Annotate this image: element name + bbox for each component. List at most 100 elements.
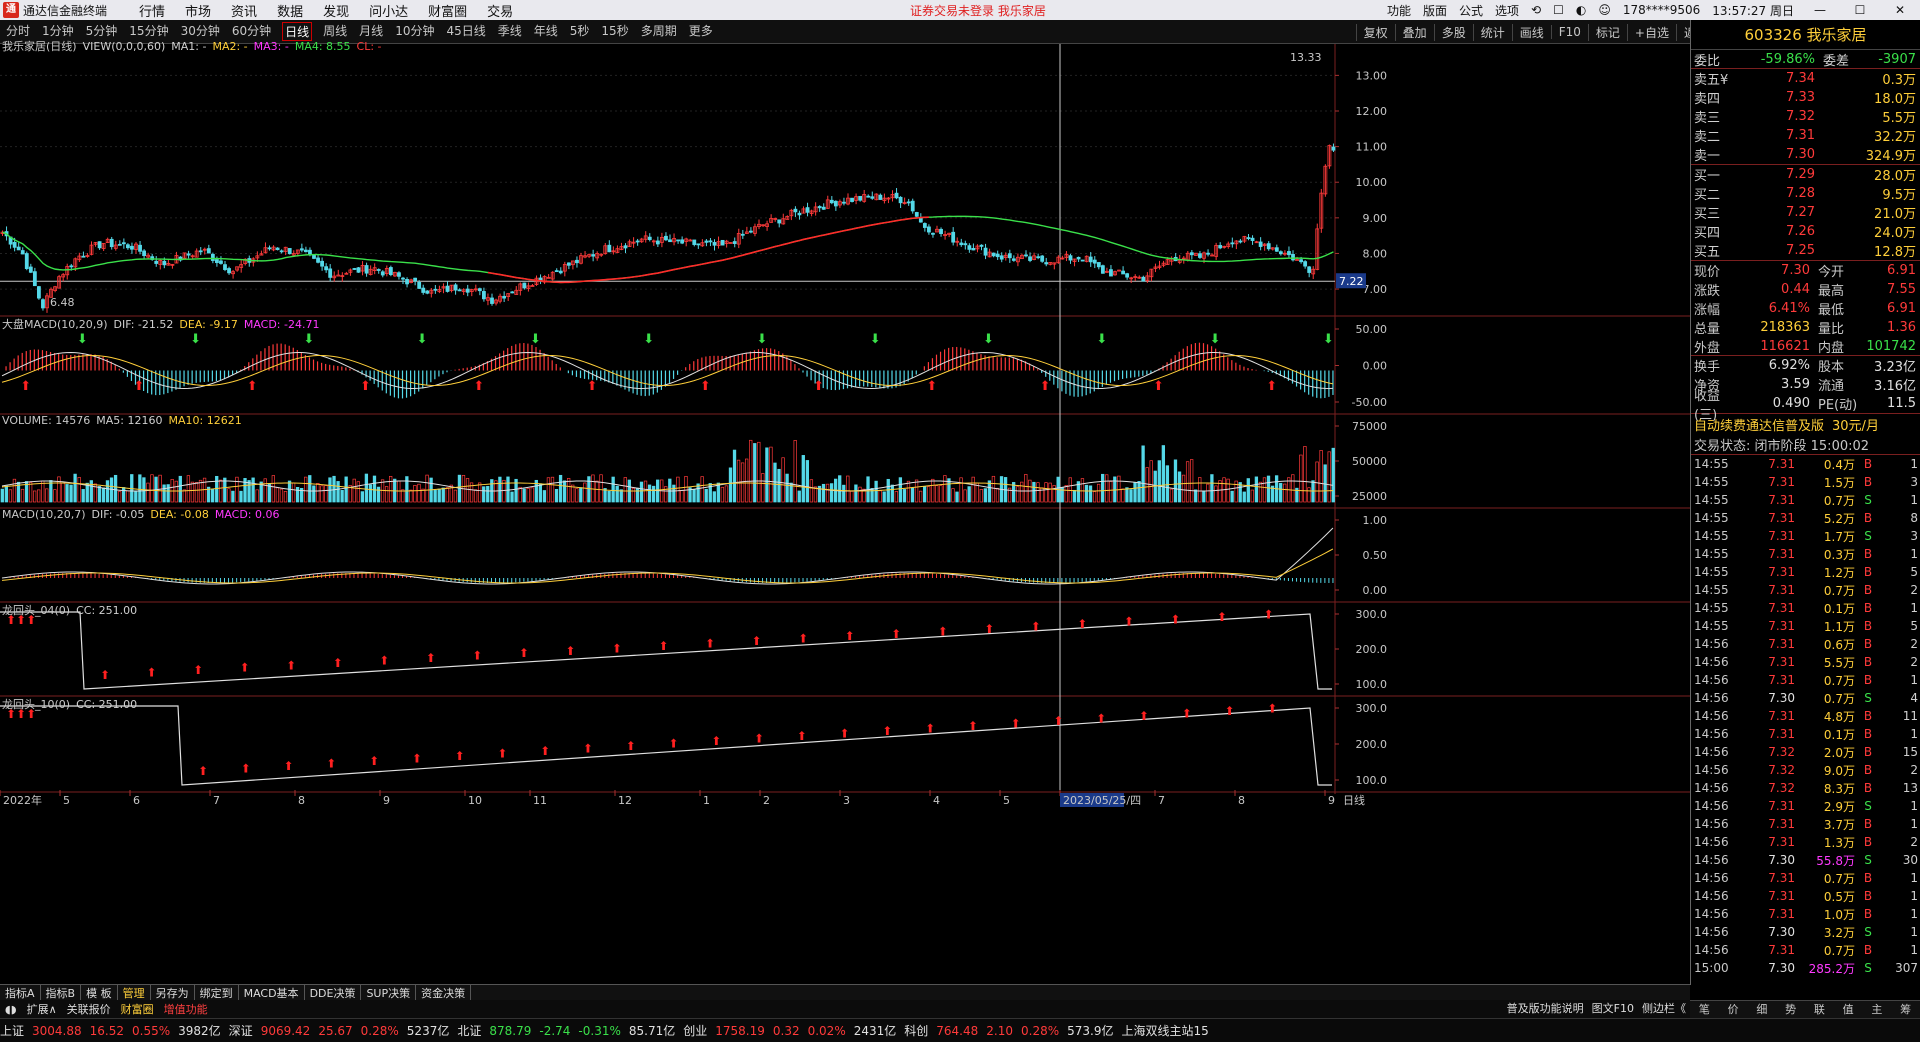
asks-row-3[interactable]: 卖二 7.31 32.2万 bbox=[1691, 126, 1920, 145]
maximize-icon[interactable]: ☐ bbox=[1846, 3, 1874, 17]
candle-body bbox=[914, 212, 919, 217]
ticker-item-13: -0.31% bbox=[578, 1023, 621, 1038]
candle-body bbox=[32, 271, 37, 287]
wealth-button[interactable]: 财富圈 bbox=[116, 1001, 159, 1017]
indicator-tab-3[interactable]: 管理 bbox=[118, 984, 151, 1001]
candle-body bbox=[210, 253, 215, 261]
menu-trade[interactable]: 交易 bbox=[487, 1, 513, 20]
minimize-icon[interactable]: — bbox=[1806, 3, 1834, 17]
tool-0[interactable]: 复权 bbox=[1355, 23, 1395, 41]
candle-body bbox=[522, 282, 527, 289]
asks-row-2[interactable]: 卖三 7.32 5.5万 bbox=[1691, 107, 1920, 126]
candle-body bbox=[465, 288, 470, 293]
menu-wealth[interactable]: 财富圈 bbox=[428, 1, 467, 20]
tool-2[interactable]: 多股 bbox=[1433, 23, 1473, 41]
indicator-tab-8[interactable]: SUP决策 bbox=[361, 984, 417, 1001]
bids-row-4[interactable]: 买五 7.25 12.8万 bbox=[1691, 241, 1920, 260]
side-tab-1[interactable]: 价 bbox=[1719, 1001, 1748, 1018]
bids-row-1[interactable]: 买二 7.28 9.5万 bbox=[1691, 184, 1920, 203]
asks-row-0[interactable]: 卖五¥ 7.34 0.3万 bbox=[1691, 69, 1920, 88]
price-tick-label: 12.00 bbox=[1356, 105, 1388, 118]
period-16[interactable]: 更多 bbox=[688, 22, 714, 41]
menu-formula[interactable]: 公式 bbox=[1459, 2, 1483, 19]
indicator-tab-7[interactable]: DDE决策 bbox=[305, 984, 362, 1001]
indicator-tab-5[interactable]: 绑定到 bbox=[195, 984, 239, 1001]
user-icon[interactable]: ☺ bbox=[1598, 3, 1611, 17]
account-name[interactable]: 178****9506 bbox=[1623, 3, 1700, 17]
menu-ask[interactable]: 问小达 bbox=[369, 1, 408, 20]
extra-function-button[interactable]: 增值功能 bbox=[159, 1001, 213, 1017]
edition-help-link[interactable]: 普及版功能说明 bbox=[1503, 1000, 1588, 1016]
period-11[interactable]: 季线 bbox=[497, 22, 523, 41]
volume-bar bbox=[971, 476, 975, 503]
indicator-tab-4[interactable]: 另存为 bbox=[151, 984, 195, 1001]
side-tab-4[interactable]: 联 bbox=[1805, 1001, 1834, 1018]
volume-bar bbox=[951, 488, 955, 503]
menu-function[interactable]: 功能 bbox=[1387, 2, 1411, 19]
volume-bar bbox=[959, 477, 963, 503]
bids-row-2[interactable]: 买三 7.27 21.0万 bbox=[1691, 203, 1920, 222]
tick-list[interactable]: 14:55 7.31 0.4万 B 1 14:55 7.31 1.5万 B 3 14:55 7.31 0… bbox=[1691, 455, 1920, 977]
signal-arrow-icon: ⬆ bbox=[938, 624, 948, 638]
menu-options[interactable]: 选项 bbox=[1495, 2, 1519, 19]
skin-icon[interactable]: ◐ bbox=[1576, 3, 1586, 17]
candle-body bbox=[154, 260, 159, 264]
indicator-tab-2[interactable]: 模 板 bbox=[81, 984, 118, 1001]
tool-5[interactable]: F10 bbox=[1550, 25, 1588, 39]
period-9[interactable]: 10分钟 bbox=[394, 22, 435, 41]
message-icon[interactable]: ☐ bbox=[1553, 3, 1564, 17]
indicator-tab-9[interactable]: 资金决策 bbox=[416, 984, 472, 1001]
menu-news[interactable]: 资讯 bbox=[231, 1, 257, 20]
menu-layout[interactable]: 版面 bbox=[1423, 2, 1447, 19]
bids-row-3[interactable]: 买四 7.26 24.0万 bbox=[1691, 222, 1920, 241]
close-icon[interactable]: ✕ bbox=[1886, 3, 1914, 17]
side-tab-3[interactable]: 势 bbox=[1776, 1001, 1805, 1018]
tool-1[interactable]: 叠加 bbox=[1394, 23, 1434, 41]
subscription-ad[interactable]: 自动续费通达信普及版 30元/月 bbox=[1691, 414, 1920, 434]
indicator-tab-1[interactable]: 指标B bbox=[41, 984, 82, 1001]
stock-code-name[interactable]: 603326 我乐家居 bbox=[1691, 20, 1920, 50]
axis-tick-label: 0.00 bbox=[1363, 584, 1388, 597]
candle-body bbox=[708, 240, 713, 243]
side-tab-2[interactable]: 细 bbox=[1748, 1001, 1777, 1018]
function-strip: ◖◗ 扩展∧ 关联报价 财富圈 增值功能 普及版功能说明 图文F10 侧边栏《 bbox=[0, 1000, 1690, 1018]
period-15[interactable]: 多周期 bbox=[640, 22, 678, 41]
chart-area[interactable]: 13.00 12.00 11.00 10.00 9.00 8.00 7.00 7.22 13.3… bbox=[0, 40, 1690, 984]
menu-discover[interactable]: 发现 bbox=[323, 1, 349, 20]
menu-data[interactable]: 数据 bbox=[277, 1, 303, 20]
tool-6[interactable]: 标记 bbox=[1587, 23, 1627, 41]
volume-bar bbox=[1226, 478, 1230, 503]
tool-7[interactable]: +自选 bbox=[1626, 23, 1676, 41]
volume-bar bbox=[1173, 459, 1178, 503]
period-13[interactable]: 5秒 bbox=[569, 22, 591, 41]
side-tab-6[interactable]: 主 bbox=[1863, 1001, 1892, 1018]
expand-button[interactable]: 扩展∧ bbox=[22, 1001, 62, 1017]
menu-market[interactable]: 行情 bbox=[139, 1, 165, 20]
menu-markets[interactable]: 市场 bbox=[185, 1, 211, 20]
side-tab-5[interactable]: 值 bbox=[1834, 1001, 1863, 1018]
tick-row: 14:56 7.32 8.3万 B 13 bbox=[1694, 781, 1918, 796]
stat-row-7: 收益(三) 0.490 PE(动) 11.5 bbox=[1694, 388, 1916, 423]
signal-arrow-icon: ⬆ bbox=[925, 722, 935, 736]
toggle-icon[interactable]: ◖◗ bbox=[0, 1003, 22, 1016]
period-12[interactable]: 年线 bbox=[533, 22, 559, 41]
indicator-tab-6[interactable]: MACD基本 bbox=[239, 984, 305, 1001]
side-tab-0[interactable]: 笔 bbox=[1690, 1001, 1719, 1018]
panel-3-value-0: CC: 251.00 bbox=[76, 604, 138, 617]
related-quote-button[interactable]: 关联报价 bbox=[62, 1001, 116, 1017]
tool-4[interactable]: 画线 bbox=[1511, 23, 1551, 41]
login-warning[interactable]: 证券交易未登录 我乐家居 bbox=[910, 2, 1046, 19]
side-tab-7[interactable]: 筹 bbox=[1891, 1001, 1920, 1018]
period-10[interactable]: 45日线 bbox=[445, 22, 486, 41]
indicator-tab-0[interactable]: 指标A bbox=[0, 984, 41, 1001]
period-14[interactable]: 15秒 bbox=[600, 22, 629, 41]
asks-row-4[interactable]: 卖一 7.30 324.9万 bbox=[1691, 145, 1920, 164]
bids-row-0[interactable]: 买一 7.29 28.0万 bbox=[1691, 165, 1920, 184]
sidebar-toggle[interactable]: 侧边栏《 bbox=[1638, 1000, 1690, 1016]
refresh-icon[interactable]: ⟲ bbox=[1531, 3, 1541, 17]
candle-body bbox=[142, 250, 146, 256]
candle-body bbox=[356, 267, 361, 273]
f10-link[interactable]: 图文F10 bbox=[1588, 1000, 1638, 1016]
tool-3[interactable]: 统计 bbox=[1472, 23, 1512, 41]
asks-row-1[interactable]: 卖四 7.33 18.0万 bbox=[1691, 88, 1920, 107]
